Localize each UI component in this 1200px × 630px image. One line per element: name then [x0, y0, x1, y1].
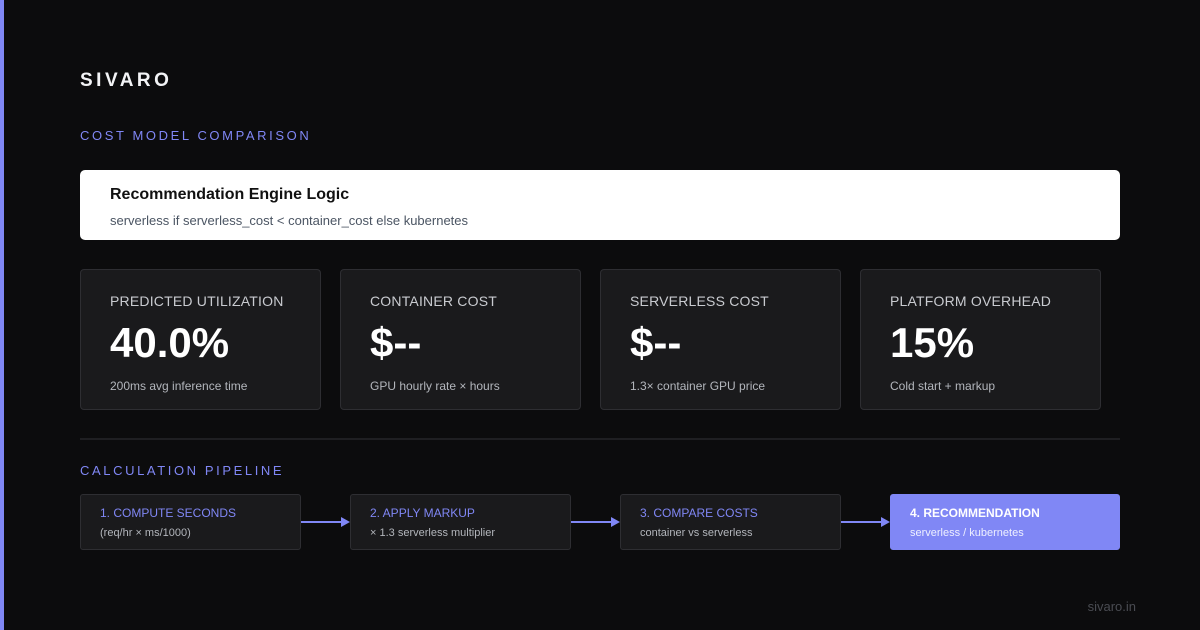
metric-value: $--: [370, 319, 422, 366]
logic-card: Recommendation Engine Logic serverless i…: [80, 170, 1120, 240]
metric-cards: PREDICTED UTILIZATION 40.0% 200ms avg in…: [80, 269, 1120, 410]
arrow-right-icon: [841, 515, 890, 529]
section-divider: [80, 438, 1120, 440]
step-title: 4. RECOMMENDATION: [910, 506, 1040, 520]
metric-value: 15%: [890, 319, 975, 366]
metric-label: PREDICTED UTILIZATION: [110, 293, 284, 309]
step-subtitle: × 1.3 serverless multiplier: [370, 527, 496, 539]
metric-card-platform-overhead: PLATFORM OVERHEAD 15% Cold start + marku…: [860, 269, 1101, 410]
brand-logo: SIVARO: [80, 70, 173, 91]
section-title-cost-model: COST MODEL COMPARISON: [80, 128, 312, 143]
logic-card-title: Recommendation Engine Logic: [110, 186, 350, 203]
logic-card-expression: serverless if serverless_cost < containe…: [110, 213, 469, 228]
pipeline-step-recommendation: 4. RECOMMENDATION serverless / kubernete…: [890, 494, 1120, 550]
step-subtitle: (req/hr × ms/1000): [100, 527, 191, 539]
pipeline-step-compare-costs: 3. COMPARE COSTS container vs serverless: [620, 494, 841, 550]
metric-note: GPU hourly rate × hours: [370, 379, 500, 394]
pipeline-step-compute-seconds: 1. COMPUTE SECONDS (req/hr × ms/1000): [80, 494, 301, 550]
step-subtitle: serverless / kubernetes: [910, 527, 1024, 539]
metric-label: SERVERLESS COST: [630, 293, 769, 309]
metric-value: $--: [630, 319, 682, 366]
metric-card-container-cost: CONTAINER COST $-- GPU hourly rate × hou…: [340, 269, 581, 410]
metric-value: 40.0%: [110, 319, 230, 366]
step-title: 1. COMPUTE SECONDS: [100, 506, 237, 520]
section-title-pipeline: CALCULATION PIPELINE: [80, 463, 285, 478]
arrow-right-icon: [301, 515, 350, 529]
metric-label: CONTAINER COST: [370, 293, 497, 309]
step-title: 2. APPLY MARKUP: [370, 506, 475, 520]
pipeline: 1. COMPUTE SECONDS (req/hr × ms/1000) 2.…: [80, 494, 1120, 550]
step-subtitle: container vs serverless: [640, 527, 753, 539]
accent-bar: [0, 0, 4, 630]
step-title: 3. COMPARE COSTS: [640, 506, 758, 520]
footer-link[interactable]: sivaro.in: [1088, 599, 1136, 614]
metric-card-serverless-cost: SERVERLESS COST $-- 1.3× container GPU p…: [600, 269, 841, 410]
metric-note: 1.3× container GPU price: [630, 379, 766, 394]
metric-note: 200ms avg inference time: [110, 379, 248, 394]
arrow-right-icon: [571, 515, 620, 529]
metric-note: Cold start + markup: [890, 379, 996, 394]
metric-card-utilization: PREDICTED UTILIZATION 40.0% 200ms avg in…: [80, 269, 321, 410]
metric-label: PLATFORM OVERHEAD: [890, 293, 1052, 309]
pipeline-step-apply-markup: 2. APPLY MARKUP × 1.3 serverless multipl…: [350, 494, 571, 550]
